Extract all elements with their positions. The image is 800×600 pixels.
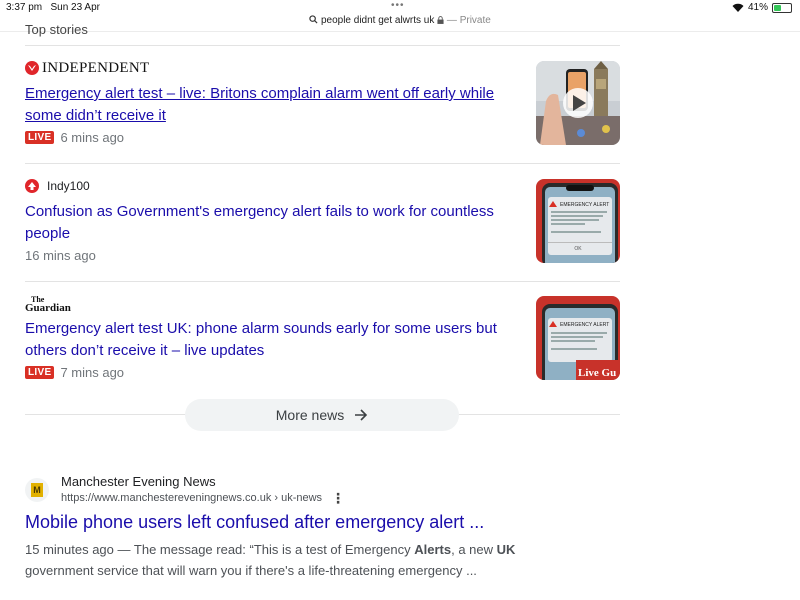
snippet-text: , a new	[451, 542, 497, 557]
status-bar: 3:37 pm Sun 23 Apr ••• people didnt get …	[0, 0, 800, 32]
news-meta: LIVE 6 mins ago	[25, 130, 620, 145]
more-dots-icon[interactable]: •••	[391, 0, 405, 11]
result-site-url[interactable]: https://www.manchestereveningnews.co.uk …	[61, 492, 322, 504]
result-title[interactable]: Mobile phone users left confused after e…	[25, 512, 484, 533]
lock-icon	[437, 16, 444, 24]
section-heading: Top stories	[25, 22, 88, 37]
status-time: 3:37 pm	[6, 2, 43, 13]
news-source: INDEPENDENT	[25, 60, 620, 76]
wifi-icon	[732, 3, 744, 12]
thumbnail-image: EMERGENCY ALERT Live Gu	[536, 296, 620, 380]
source-name-line2: Guardian	[25, 302, 71, 314]
snippet-time: 15 minutes ago	[25, 542, 114, 557]
news-meta: LIVE 7 mins ago	[25, 365, 620, 380]
news-meta: 16 mins ago	[25, 248, 620, 263]
thumbnail-image	[536, 61, 620, 145]
live-badge: LIVE	[25, 131, 55, 144]
thumb-ok-label: OK	[574, 246, 582, 252]
thumbnail-image: EMERGENCY ALERT OK	[536, 179, 620, 263]
source-name: Indy100	[47, 179, 90, 193]
snippet-highlight: Alerts	[414, 542, 452, 557]
news-item[interactable]: INDEPENDENT Emergency alert test – live:…	[25, 60, 620, 145]
more-options-icon[interactable]: ⋮	[331, 490, 345, 507]
thumb-alert-title: EMERGENCY ALERT	[560, 322, 609, 328]
battery-percent: 41%	[747, 2, 768, 13]
more-news-label: More news	[275, 407, 345, 423]
news-item[interactable]: The Guardian Emergency alert test UK: ph…	[25, 295, 620, 380]
search-icon	[309, 15, 318, 24]
news-time: 16 mins ago	[25, 248, 96, 263]
address-bar[interactable]: people didnt get alwrts uk — Private	[0, 15, 800, 26]
news-source: The Guardian	[25, 295, 620, 314]
news-headline[interactable]: Confusion as Government's emergency aler…	[25, 201, 530, 245]
private-label: Private	[459, 15, 491, 26]
divider	[25, 281, 620, 282]
snippet-text: government service that will warn you if…	[25, 563, 477, 578]
more-news-button[interactable]: More news	[185, 399, 459, 431]
news-thumbnail[interactable]	[536, 61, 620, 145]
site-favicon-icon: M	[25, 478, 49, 502]
toolbar-divider	[0, 31, 800, 32]
result-site-name[interactable]: Manchester Evening News	[61, 474, 216, 489]
status-right: 41%	[732, 2, 792, 13]
url-text: people didnt get alwrts uk	[320, 15, 435, 26]
snippet-text: — The message read: “This is a test of E…	[113, 542, 415, 557]
battery-icon	[772, 2, 792, 13]
thumb-live-overlay: Live Gu	[578, 367, 616, 379]
thumb-alert-title: EMERGENCY ALERT	[560, 202, 609, 208]
news-source: Indy100	[25, 178, 620, 194]
news-thumbnail[interactable]: EMERGENCY ALERT OK	[536, 179, 620, 263]
news-time: 6 mins ago	[60, 130, 125, 145]
news-item[interactable]: Indy100 Confusion as Government's emerge…	[25, 178, 620, 263]
status-date: Sun 23 Apr	[50, 2, 100, 13]
news-headline[interactable]: Emergency alert test – live: Britons com…	[25, 83, 530, 127]
divider	[25, 163, 620, 164]
indy100-logo-icon	[25, 179, 39, 193]
news-time: 7 mins ago	[60, 365, 125, 380]
status-time-date: 3:37 pm Sun 23 Apr	[6, 2, 100, 13]
result-snippet: 15 minutes ago — The message read: “This…	[25, 539, 585, 581]
news-headline[interactable]: Emergency alert test UK: phone alarm sou…	[25, 318, 530, 362]
independent-eagle-icon	[25, 61, 39, 75]
live-badge: LIVE	[25, 366, 55, 379]
snippet-highlight: UK	[496, 542, 516, 557]
arrow-right-icon	[355, 409, 368, 421]
news-thumbnail[interactable]: EMERGENCY ALERT Live Gu	[536, 296, 620, 380]
divider	[25, 45, 620, 46]
favicon-letter: M	[31, 483, 43, 497]
guardian-logo: The Guardian	[25, 296, 71, 314]
source-name: INDEPENDENT	[42, 59, 150, 76]
